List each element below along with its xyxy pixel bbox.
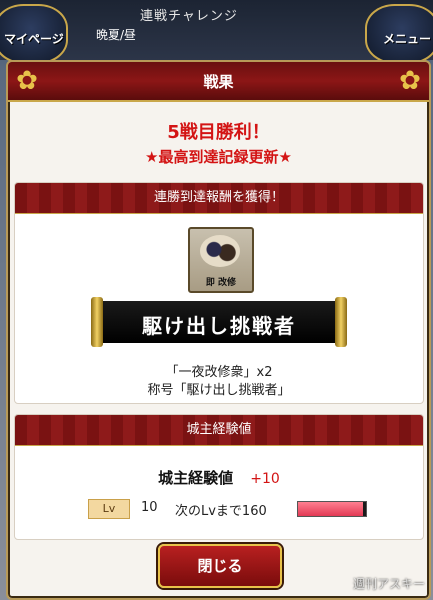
menu-label: メニュー <box>382 32 431 46</box>
reward-icon-label: 即 改修 <box>205 278 237 288</box>
win-text: 5戦目勝利！ <box>167 122 270 143</box>
reward-title-line: 称号「駆け出し挑戦者」 <box>147 383 291 398</box>
exp-label: 城主経験値 <box>158 469 234 487</box>
level-value: 10 <box>141 500 158 515</box>
reward-item-line: 「一夜改修衆」x2 <box>165 365 273 380</box>
mypage-button[interactable]: マイページ <box>0 4 68 64</box>
reward-section: 連勝到達報酬を獲得！ 即 改修 駆け出し挑戦者 「一夜改修衆」x2 称号「駆け出… <box>14 182 424 404</box>
title-plate: 駆け出し挑戦者 <box>91 297 347 347</box>
lv-badge: Lv <box>88 499 130 519</box>
dialog-header: ✿ 戦果 ✿ <box>8 62 429 102</box>
mypage-label: マイページ <box>4 32 64 46</box>
menu-button[interactable]: メニュー <box>365 4 433 64</box>
next-level-text: 次のLvまで160 <box>175 504 267 519</box>
reward-icon-portrait <box>200 235 240 267</box>
repair-crew-icon: 即 改修 <box>188 227 254 293</box>
close-button[interactable]: 閉じる <box>158 544 282 588</box>
battle-result-dialog: ✿ 戦果 ✿ 5戦目勝利！ ★最高到達記録更新★ 連勝到達報酬を獲得！ 即 改修… <box>6 60 431 600</box>
level-row: Lv 10 次のLvまで160 <box>15 499 423 519</box>
exp-progress-bar <box>297 501 367 517</box>
title-plate-text: 駆け出し挑戦者 <box>142 314 296 338</box>
watermark: 週刊アスキー <box>352 577 425 591</box>
screen-title: 連戦チャレンジ <box>140 9 238 24</box>
exp-gain: +10 <box>250 471 280 487</box>
record-text: ★最高到達記録更新★ <box>145 148 292 166</box>
exp-row: 城主経験値 +10 <box>15 467 423 488</box>
time-of-day: 晩夏/昼 <box>96 28 137 42</box>
exp-progress-fill <box>298 502 363 516</box>
exp-section: 城主経験値 城主経験値 +10 Lv 10 次のLvまで160 <box>14 414 424 540</box>
flower-ornament-icon: ✿ <box>399 66 421 96</box>
exp-header: 城主経験値 <box>15 415 423 446</box>
dialog-title: 戦果 <box>203 73 234 91</box>
reward-header: 連勝到達報酬を獲得！ <box>15 183 423 214</box>
